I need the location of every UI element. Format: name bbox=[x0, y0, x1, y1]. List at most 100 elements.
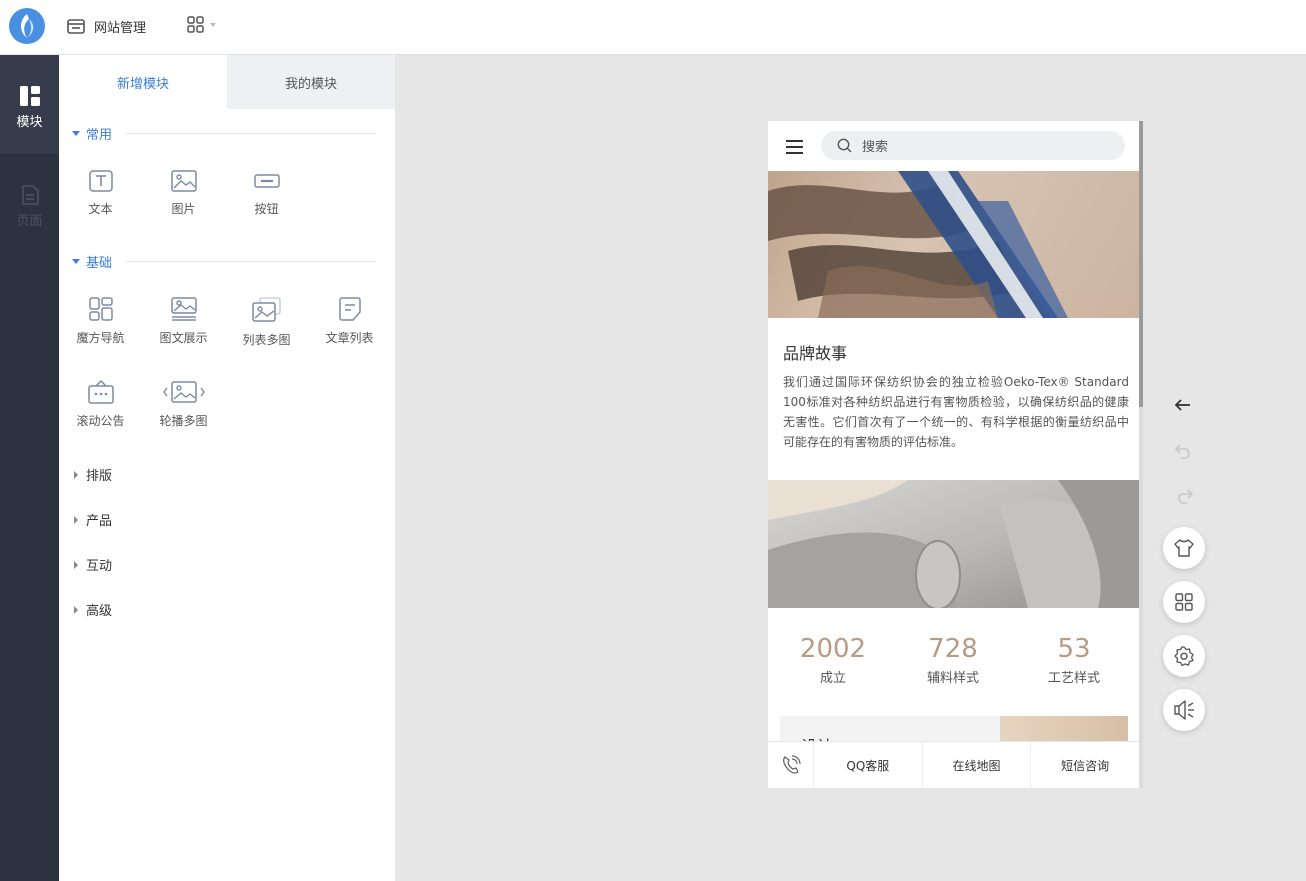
stat-number: 2002 bbox=[799, 634, 867, 664]
browser-window-icon bbox=[67, 18, 85, 34]
section-advanced[interactable]: 高级 bbox=[72, 600, 377, 619]
section-layout[interactable]: 排版 bbox=[72, 465, 377, 484]
cube-nav-icon bbox=[88, 297, 113, 321]
stat-number: 53 bbox=[1057, 634, 1091, 664]
module-image-text[interactable]: 图文展示 bbox=[142, 297, 225, 367]
undo-icon bbox=[1174, 444, 1190, 459]
stat-craft-styles: 53 工艺样式 bbox=[1014, 633, 1134, 686]
module-label: 文本 bbox=[88, 202, 113, 216]
stat-caption: 成立 bbox=[819, 671, 846, 686]
arrow-left-icon bbox=[1174, 399, 1190, 411]
module-label: 滚动公告 bbox=[76, 414, 125, 428]
module-label: 魔方导航 bbox=[76, 331, 125, 345]
sms-consult-button[interactable]: 短信咨询 bbox=[1031, 742, 1139, 788]
module-label: 文章列表 bbox=[325, 331, 374, 345]
chevron-down-icon bbox=[210, 22, 216, 27]
caret-right-icon bbox=[74, 470, 78, 479]
module-tabs: 新增模块 我的模块 bbox=[59, 55, 395, 109]
rail-item-modules[interactable]: 模块 bbox=[0, 55, 59, 154]
rail-item-pages[interactable]: 页面 bbox=[0, 154, 59, 253]
back-arrow-button[interactable] bbox=[1174, 396, 1192, 418]
preview-scrollbar[interactable] bbox=[1139, 121, 1143, 788]
notice-board-icon bbox=[87, 380, 114, 404]
top-bar: 网站管理 bbox=[0, 0, 1306, 55]
carousel-icon bbox=[162, 381, 205, 403]
image-text-icon bbox=[170, 297, 197, 321]
module-list-images[interactable]: 列表多图 bbox=[225, 297, 308, 367]
caret-down-icon bbox=[72, 259, 80, 264]
sound-button[interactable] bbox=[1163, 689, 1205, 731]
section-basic[interactable]: 基础 bbox=[72, 252, 377, 271]
theme-button[interactable] bbox=[1163, 527, 1205, 569]
section-common[interactable]: 常用 bbox=[72, 124, 377, 143]
search-icon bbox=[837, 138, 852, 153]
section-title: 基础 bbox=[86, 256, 113, 271]
module-scroll-notice[interactable]: 滚动公告 bbox=[59, 380, 142, 450]
phone-icon bbox=[782, 755, 801, 774]
module-panel: 新增模块 我的模块 常用 文本 图片 按钮 基础 魔方导航 图文展示 列表多图 … bbox=[59, 55, 395, 881]
tshirt-icon bbox=[1174, 539, 1194, 557]
stat-accessory-styles: 728 辅料样式 bbox=[893, 633, 1013, 686]
module-carousel[interactable]: 轮播多图 bbox=[142, 380, 225, 450]
section-title: 高级 bbox=[86, 604, 113, 619]
stat-caption: 工艺样式 bbox=[1047, 671, 1100, 686]
site-manage-label: 网站管理 bbox=[94, 20, 147, 36]
module-button[interactable]: 按钮 bbox=[225, 170, 308, 240]
module-image[interactable]: 图片 bbox=[142, 170, 225, 240]
section-interaction[interactable]: 互动 bbox=[72, 555, 377, 574]
section-divider bbox=[126, 261, 377, 262]
redo-icon bbox=[1178, 489, 1194, 504]
apps-menu-button[interactable] bbox=[187, 16, 216, 33]
phone-call-button[interactable] bbox=[768, 742, 814, 788]
section-product[interactable]: 产品 bbox=[72, 510, 377, 529]
module-cube-nav[interactable]: 魔方导航 bbox=[59, 297, 142, 367]
qq-service-button[interactable]: QQ客服 bbox=[814, 742, 923, 788]
stat-caption: 辅料样式 bbox=[926, 671, 979, 686]
apps-grid-icon bbox=[187, 16, 204, 33]
app-logo[interactable] bbox=[9, 8, 45, 44]
redo-button[interactable] bbox=[1175, 488, 1194, 508]
undo-button[interactable] bbox=[1174, 443, 1193, 463]
module-article-list[interactable]: 文章列表 bbox=[308, 297, 391, 367]
settings-button[interactable] bbox=[1163, 635, 1205, 677]
search-placeholder: 搜索 bbox=[862, 140, 889, 155]
caret-right-icon bbox=[74, 560, 78, 569]
section-title: 互动 bbox=[86, 559, 113, 574]
tab-my-modules[interactable]: 我的模块 bbox=[227, 55, 395, 109]
module-text[interactable]: 文本 bbox=[59, 170, 142, 240]
gear-icon bbox=[1174, 646, 1194, 666]
caret-right-icon bbox=[74, 515, 78, 524]
module-label: 列表多图 bbox=[242, 333, 291, 347]
module-label: 轮播多图 bbox=[159, 414, 208, 428]
section-divider bbox=[126, 133, 377, 134]
tab-new-modules[interactable]: 新增模块 bbox=[59, 55, 227, 109]
online-map-button[interactable]: 在线地图 bbox=[923, 742, 1032, 788]
search-input[interactable]: 搜索 bbox=[821, 131, 1125, 160]
caret-right-icon bbox=[74, 605, 78, 614]
text-icon bbox=[88, 170, 113, 192]
stat-founded: 2002 成立 bbox=[773, 633, 893, 686]
module-label: 图文展示 bbox=[159, 331, 208, 345]
phone-preview[interactable]: 搜索 品牌故事 我们通过国际环保纺织协会的独立检验Oeko-Tex® Stand… bbox=[768, 121, 1143, 788]
caret-down-icon bbox=[72, 131, 80, 136]
preview-header: 搜索 bbox=[768, 121, 1139, 171]
section-title: 排版 bbox=[86, 469, 113, 484]
left-rail: 模块 页面 bbox=[0, 55, 59, 881]
button-icon bbox=[253, 174, 280, 188]
modules-icon bbox=[19, 86, 40, 106]
site-manage-menu[interactable]: 网站管理 bbox=[67, 15, 146, 37]
module-label: 图片 bbox=[171, 202, 196, 216]
apps-grid-icon bbox=[1175, 593, 1193, 611]
modules-grid-button[interactable] bbox=[1163, 581, 1205, 623]
section-title: 产品 bbox=[86, 514, 113, 529]
multi-image-icon bbox=[251, 297, 281, 322]
menu-icon[interactable] bbox=[786, 140, 803, 154]
page-document-icon bbox=[21, 185, 39, 205]
banner-image-scarf[interactable] bbox=[768, 171, 1139, 318]
bottom-contact-bar: QQ客服 在线地图 短信咨询 bbox=[768, 741, 1139, 788]
scrollbar-thumb[interactable] bbox=[1139, 121, 1143, 407]
banner-image-fabric[interactable] bbox=[768, 480, 1139, 608]
article-list-icon bbox=[338, 297, 361, 321]
stat-number: 728 bbox=[928, 634, 978, 664]
rail-item-label: 页面 bbox=[16, 214, 43, 229]
